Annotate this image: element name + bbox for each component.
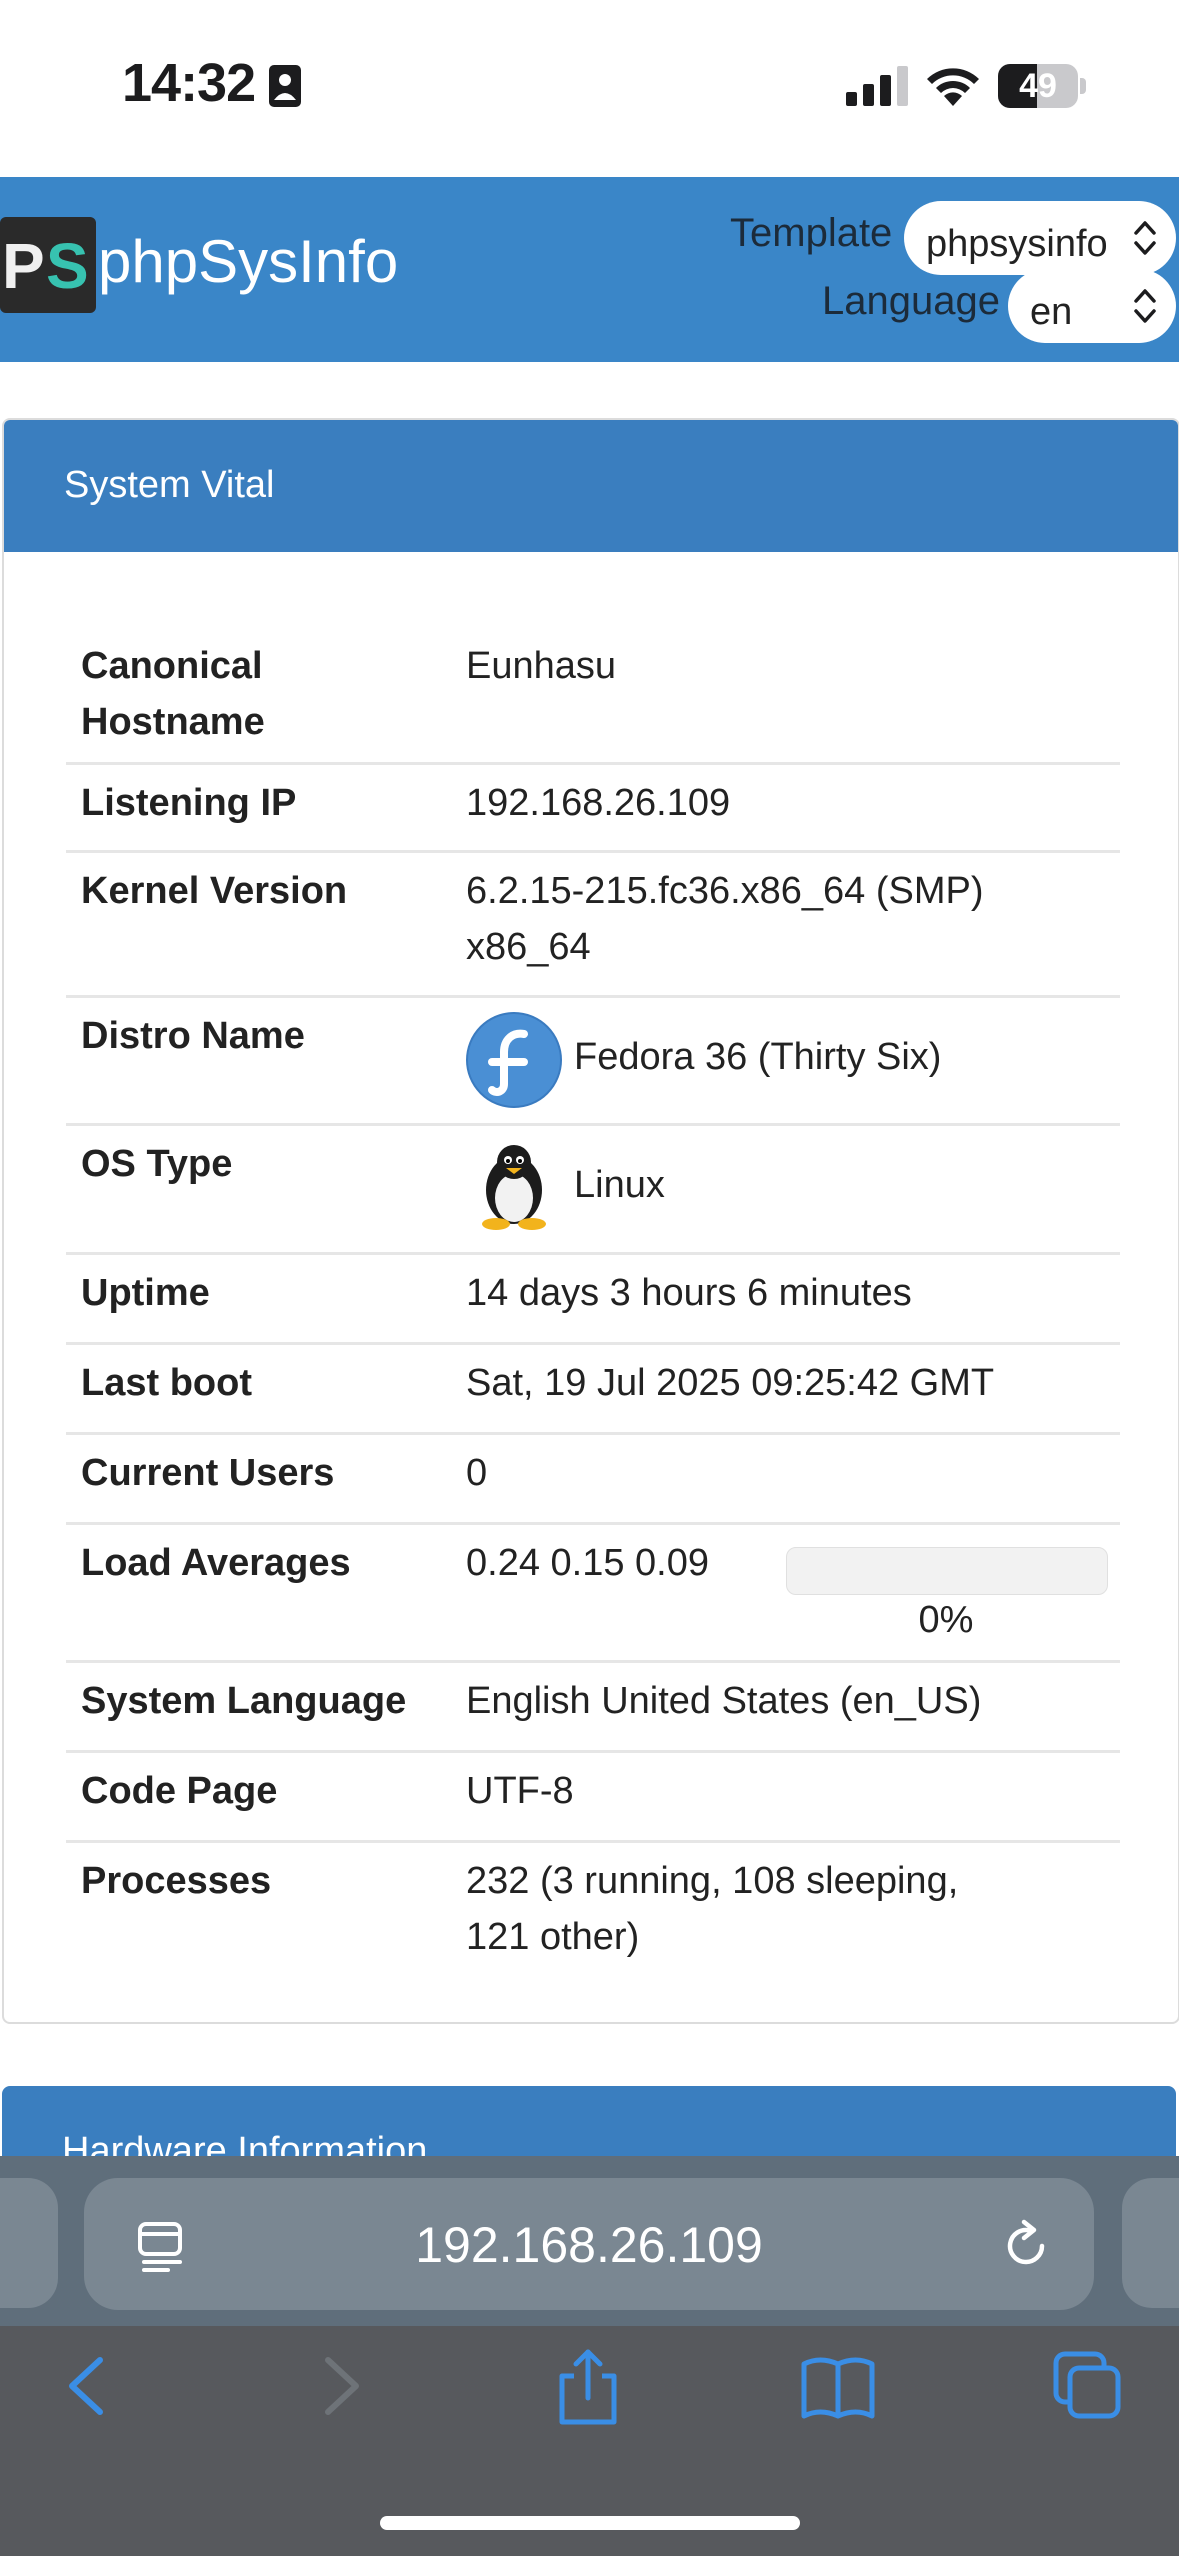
table-row: Kernel Version 6.2.15-215.fc36.x86_64 (S… — [66, 853, 1120, 998]
back-icon[interactable] — [48, 2346, 128, 2426]
table-row: Listening IP 192.168.26.109 — [66, 765, 1120, 853]
logo-letter-p: P — [2, 230, 45, 302]
template-select[interactable]: phpsysinfo — [904, 201, 1176, 275]
table-row: Uptime 14 days 3 hours 6 minutes — [66, 1255, 1120, 1345]
fedora-logo-icon — [466, 1012, 562, 1108]
next-tab-preview[interactable] — [1122, 2178, 1179, 2308]
hardware-information-header[interactable]: Hardware Information — [2, 2086, 1176, 2166]
row-value: 0 — [466, 1452, 488, 1494]
forward-icon[interactable] — [300, 2346, 380, 2426]
logo-letter-s: S — [46, 230, 89, 302]
row-label: Load Averages — [81, 1542, 351, 1584]
home-indicator — [380, 2516, 800, 2530]
reload-icon[interactable] — [996, 2216, 1056, 2276]
row-label: Canonical Hostname — [81, 645, 265, 743]
row-label: Processes — [81, 1860, 272, 1902]
table-row: Processes 232 (3 running, 108 sleeping, … — [66, 1843, 1120, 1977]
psi-logo[interactable]: P S — [0, 217, 96, 313]
row-value: Eunhasu — [466, 645, 617, 687]
row-label: Distro Name — [81, 1015, 305, 1057]
row-value: 232 (3 running, 108 sleeping, 121 other) — [466, 1860, 959, 1958]
row-value: 6.2.15-215.fc36.x86_64 (SMP) x86_64 — [466, 870, 984, 968]
row-label: Listening IP — [81, 782, 297, 824]
language-select[interactable]: en — [1008, 269, 1176, 343]
system-vital-panel: System Vital Canonical Hostname Eunhasu … — [2, 418, 1179, 2024]
app-header: P S phpSysInfo Template phpsysinfo Langu… — [0, 177, 1179, 362]
table-row: Code Page UTF-8 — [66, 1753, 1120, 1843]
row-value: Fedora 36 (Thirty Six) — [574, 1036, 942, 1078]
address-bar[interactable]: 192.168.26.109 — [84, 2178, 1094, 2310]
previous-tab-preview[interactable] — [0, 2178, 58, 2308]
system-vital-table: Canonical Hostname Eunhasu Listening IP … — [66, 628, 1120, 1977]
browser-chrome: 192.168.26.109 — [0, 2156, 1179, 2556]
brand-title[interactable]: phpSysInfo — [98, 227, 398, 296]
table-row: Load Averages 0.24 0.15 0.09 0% — [66, 1525, 1120, 1663]
row-value: 0.24 0.15 0.09 — [466, 1542, 709, 1584]
table-row: OS Type Linux — [66, 1126, 1120, 1255]
battery-cap — [1080, 78, 1086, 94]
wifi-icon — [927, 68, 979, 106]
row-label: Current Users — [81, 1452, 335, 1494]
system-vital-header[interactable]: System Vital — [4, 420, 1178, 552]
table-row: Distro Name Fedora 36 (Thirty Six) — [66, 998, 1120, 1126]
share-icon[interactable] — [548, 2346, 628, 2426]
contact-card-icon — [269, 65, 301, 107]
row-value: English United States (en_US) — [466, 1680, 982, 1722]
url-text[interactable]: 192.168.26.109 — [84, 2216, 1094, 2274]
battery-icon: 49 — [998, 64, 1078, 108]
template-label: Template — [730, 211, 893, 255]
row-label: Uptime — [81, 1272, 210, 1314]
row-label: Last boot — [81, 1362, 252, 1404]
row-value: Sat, 19 Jul 2025 09:25:42 GMT — [466, 1362, 995, 1404]
row-label: Code Page — [81, 1770, 278, 1812]
tabs-overview-icon[interactable] — [1048, 2346, 1128, 2426]
row-value: UTF-8 — [466, 1770, 574, 1812]
system-vital-title: System Vital — [64, 464, 275, 506]
row-label: OS Type — [81, 1143, 233, 1185]
bookmarks-icon[interactable] — [798, 2346, 878, 2426]
row-label: Kernel Version — [81, 870, 348, 912]
table-row: Canonical Hostname Eunhasu — [66, 628, 1120, 765]
url-area: 192.168.26.109 — [0, 2156, 1179, 2326]
table-row: System Language English United States (e… — [66, 1663, 1120, 1753]
load-progress-bar — [786, 1547, 1108, 1595]
row-value: Linux — [574, 1164, 665, 1206]
battery-percent: 49 — [1019, 67, 1057, 105]
table-row: Current Users 0 — [66, 1435, 1120, 1525]
cellular-signal-icon — [846, 66, 908, 106]
status-bar: 14:32 49 — [0, 0, 1179, 175]
chevron-up-down-icon — [1134, 221, 1156, 255]
status-time: 14:32 — [122, 53, 256, 113]
row-value: 14 days 3 hours 6 minutes — [466, 1272, 912, 1314]
load-percent: 0% — [918, 1599, 974, 1641]
language-label: Language — [822, 279, 1000, 323]
row-label: System Language — [81, 1680, 407, 1722]
chevron-up-down-icon — [1134, 289, 1156, 323]
row-value: 192.168.26.109 — [466, 782, 731, 824]
table-row: Last boot Sat, 19 Jul 2025 09:25:42 GMT — [66, 1345, 1120, 1435]
tux-penguin-icon — [482, 1145, 546, 1230]
